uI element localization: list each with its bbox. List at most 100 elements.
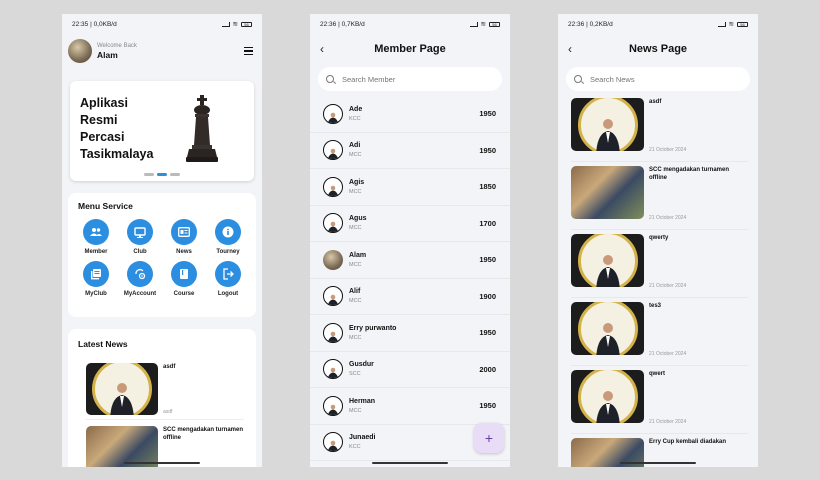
book-icon	[171, 261, 197, 287]
username: Alam	[97, 49, 118, 60]
news-item[interactable]: qwert 21 October 2024	[571, 366, 748, 434]
news-title: SCC mengadakan turnamen offline	[649, 167, 730, 181]
battery-icon: 56	[737, 21, 748, 27]
member-row[interactable]: Alam MCC 1950	[310, 242, 510, 279]
wifi-icon: ≋	[480, 21, 486, 28]
menu-item-tourney[interactable]: Tourney	[206, 219, 250, 255]
menu-item-myclub[interactable]: MyClub	[74, 261, 118, 297]
avatar	[323, 103, 343, 124]
hamburger-menu-icon[interactable]	[240, 43, 256, 59]
member-club: SCC	[349, 371, 361, 378]
news-item[interactable]: asdf asdf	[86, 363, 244, 420]
avatar	[323, 213, 343, 234]
member-name: Adi	[349, 142, 361, 150]
status-bar: 22:36 | 0,2KB/d ≋ 56	[558, 14, 758, 34]
member-name: Gusdur	[349, 361, 374, 369]
member-row[interactable]: Gusdur SCC 2000	[310, 352, 510, 388]
menu-item-club[interactable]: Club	[118, 219, 162, 255]
avatar	[323, 395, 343, 416]
member-name: Agus	[349, 215, 367, 223]
news-item[interactable]: SCC mengadakan turnamen offline 21 Octobe…	[571, 162, 748, 230]
news-thumbnail	[571, 302, 644, 355]
status-time: 22:36 | 0,2KB/d	[568, 20, 613, 28]
search-icon	[574, 75, 582, 83]
signal-icon	[717, 21, 726, 27]
avatar	[323, 432, 343, 453]
account-settings-icon	[127, 261, 153, 287]
news-title: qwert	[649, 371, 666, 377]
page-title: Member Page	[374, 43, 446, 55]
search-bar[interactable]	[566, 67, 750, 91]
signal-icon	[221, 21, 230, 27]
member-club: MCC	[349, 261, 362, 268]
library-icon	[83, 261, 109, 287]
back-chevron-icon[interactable]: ‹	[320, 42, 324, 56]
menu-item-logout[interactable]: Logout	[206, 261, 250, 297]
member-rating: 1900	[479, 291, 496, 301]
member-row[interactable]: Erry purwanto MCC 1950	[310, 315, 510, 352]
news-date: 21 October 2024	[649, 419, 687, 425]
news-date: 21 October 2024	[649, 147, 687, 153]
member-name: Alif	[349, 288, 361, 296]
page-title: News Page	[628, 43, 688, 55]
add-member-button[interactable]: +	[474, 423, 504, 453]
member-club: MCC	[349, 225, 362, 232]
news-item[interactable]: tes3 21 October 2024	[571, 298, 748, 366]
news-title: Erry Cup kembali diadakan	[649, 439, 727, 445]
search-input[interactable]	[590, 74, 730, 84]
banner-carousel[interactable]: Aplikasi Resmi Percasi Tasikmalaya	[70, 81, 254, 181]
status-bar: 22:36 | 0,7KB/d ≋ 56	[310, 14, 510, 34]
banner-title: Aplikasi Resmi Percasi Tasikmalaya	[80, 96, 154, 161]
news-thumbnail	[571, 370, 644, 423]
news-thumbnail	[571, 166, 644, 219]
welcome-text: Welcome Back	[97, 42, 137, 49]
status-time: 22:36 | 0,7KB/d	[320, 20, 365, 28]
info-icon	[215, 219, 241, 245]
avatar	[323, 286, 343, 307]
people-icon	[83, 219, 109, 245]
news-title: tes3	[649, 303, 662, 309]
carousel-indicator[interactable]	[144, 173, 180, 176]
member-row[interactable]: Agis MCC 1850	[310, 169, 510, 206]
member-screen: 22:36 | 0,7KB/d ≋ 56 ‹ Member Page Ade KC…	[310, 14, 510, 467]
news-item[interactable]: qwerty 21 October 2024	[571, 230, 748, 298]
member-row[interactable]: Agus MCC 1700	[310, 206, 510, 242]
search-input[interactable]	[342, 74, 482, 84]
member-row[interactable]: Adi MCC 1950	[310, 133, 510, 169]
member-club: MCC	[349, 152, 362, 159]
menu-item-course[interactable]: Course	[162, 261, 206, 297]
signal-icon	[469, 21, 478, 27]
latest-news-card: Latest News asdf asdf SCC mengadakan tur…	[68, 329, 256, 467]
member-rating: 2000	[479, 364, 496, 374]
member-row[interactable]: Ade KCC 1950	[310, 96, 510, 133]
news-item[interactable]: SCC mengadakan turnamen offline	[86, 426, 244, 467]
search-icon	[326, 75, 334, 83]
member-club: KCC	[349, 115, 361, 122]
member-rating: 1950	[479, 109, 496, 119]
news-item[interactable]: asdf 21 October 2024	[571, 94, 748, 162]
back-chevron-icon[interactable]: ‹	[568, 42, 572, 56]
member-club: MCC	[349, 334, 362, 341]
member-rating: 1850	[479, 182, 496, 192]
avatar	[323, 249, 343, 270]
battery-icon: 56	[489, 21, 500, 27]
home-indicator	[372, 462, 448, 464]
menu-item-news[interactable]: News	[162, 219, 206, 255]
latest-news-title: Latest News	[78, 339, 128, 349]
member-row[interactable]: Herman MCC 1950	[310, 388, 510, 425]
member-name: Erry purwanto	[349, 324, 397, 332]
news-thumbnail	[571, 234, 644, 287]
member-rating: 1950	[479, 145, 496, 155]
member-club: MCC	[349, 407, 362, 414]
avatar[interactable]	[68, 39, 92, 63]
member-club: MCC	[349, 298, 362, 305]
news-title: asdf	[649, 99, 662, 105]
member-row[interactable]: Alif MCC 1900	[310, 279, 510, 315]
avatar	[323, 322, 343, 343]
search-bar[interactable]	[318, 67, 502, 91]
home-indicator	[620, 462, 696, 464]
menu-item-member[interactable]: Member	[74, 219, 118, 255]
status-time: 22:35 | 0,0KB/d	[72, 20, 117, 28]
menu-item-myaccount[interactable]: MyAccount	[118, 261, 162, 297]
monitor-icon	[127, 219, 153, 245]
